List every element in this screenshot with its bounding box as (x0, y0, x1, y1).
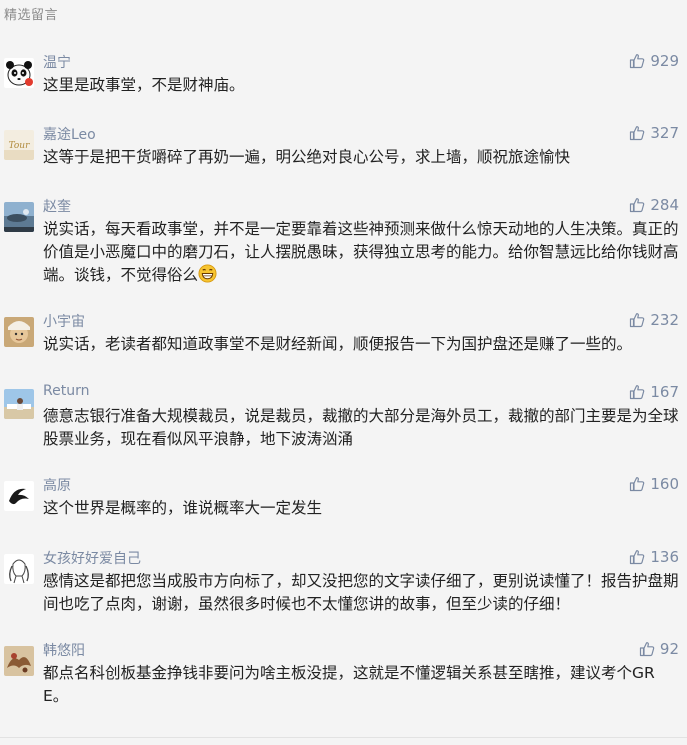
comment-nickname[interactable]: 温宁 (43, 52, 71, 72)
thumbs-up-icon (629, 476, 645, 492)
grin-emoji-icon (198, 264, 217, 290)
comment-text: 这里是政事堂，不是财神庙。 (43, 76, 245, 94)
avatar[interactable] (4, 554, 34, 584)
like-count: 136 (650, 548, 679, 566)
avatar[interactable]: Tour (4, 130, 34, 160)
comment-text: 说实话，每天看政事堂，并不是一定要靠着这些神预测来做什么惊天动地的人生决策。真正… (43, 218, 679, 290)
like-count: 929 (650, 52, 679, 70)
comment-text: 感情这是都把您当成股市方向标了，却又没把您的文字读仔细了，更别说读懂了！报告护盘… (43, 572, 679, 613)
thumbs-up-icon (639, 641, 655, 657)
comment-nickname[interactable]: Return (43, 383, 89, 399)
like-count: 232 (650, 311, 679, 329)
like-button[interactable]: 92 (639, 640, 679, 658)
thumbs-up-icon (629, 312, 645, 328)
like-count: 284 (650, 196, 679, 214)
like-button[interactable]: 327 (629, 124, 679, 142)
comment-text-body: 说实话，每天看政事堂，并不是一定要靠着这些神预测来做什么惊天动地的人生决策。真正… (43, 220, 679, 284)
comment-nickname[interactable]: 小宇宙 (43, 311, 85, 331)
avatar[interactable] (4, 58, 34, 88)
comment-text: 德意志银行准备大规模裁员，说是裁员，裁撤的大部分是海外员工，裁撤的部门主要是为全… (43, 407, 679, 448)
comment-nickname[interactable]: 女孩好好爱自己 (43, 548, 141, 568)
thumbs-up-icon (629, 125, 645, 141)
like-count: 327 (650, 124, 679, 142)
like-button[interactable]: 136 (629, 548, 679, 566)
like-count: 167 (650, 383, 679, 401)
comment-nickname[interactable]: 赵奎 (43, 196, 71, 216)
like-count: 92 (659, 640, 679, 658)
avatar[interactable] (4, 202, 34, 232)
thumbs-up-icon (629, 384, 645, 400)
avatar[interactable] (4, 389, 34, 419)
divider (0, 737, 687, 738)
comment-nickname[interactable]: 嘉途Leo (43, 124, 96, 144)
like-count: 160 (650, 475, 679, 493)
comment-text: 这等于是把干货嚼碎了再奶一遍，明公绝对良心公号，求上墙，顺祝旅途愉快 (43, 148, 571, 166)
comment-nickname[interactable]: 高原 (43, 475, 71, 495)
like-button[interactable]: 929 (629, 52, 679, 70)
comment-text: 都点名科创板基金挣钱非要问为啥主板没提，这就是不懂逻辑关系甚至瞎推，建议考个GR… (43, 664, 655, 705)
like-button[interactable]: 232 (629, 311, 679, 329)
comment-text: 这个世界是概率的，谁说概率大一定发生 (43, 499, 323, 517)
comment-text: 说实话，老读者都知道政事堂不是财经新闻，顺便报告一下为国护盘还是赚了一些的。 (43, 335, 633, 353)
thumbs-up-icon (629, 197, 645, 213)
avatar[interactable] (4, 317, 34, 347)
avatar[interactable] (4, 646, 34, 676)
comment-list: 温宁 929 这里是政事堂，不是财神庙。 Tour 嘉途Leo 327 这等于是… (0, 0, 687, 745)
like-button[interactable]: 160 (629, 475, 679, 493)
thumbs-up-icon (629, 549, 645, 565)
avatar[interactable] (4, 481, 34, 511)
like-button[interactable]: 167 (629, 383, 679, 401)
svg-text:Tour: Tour (9, 141, 31, 151)
comment-nickname[interactable]: 韩悠阳 (43, 640, 85, 660)
thumbs-up-icon (629, 53, 645, 69)
like-button[interactable]: 284 (629, 196, 679, 214)
